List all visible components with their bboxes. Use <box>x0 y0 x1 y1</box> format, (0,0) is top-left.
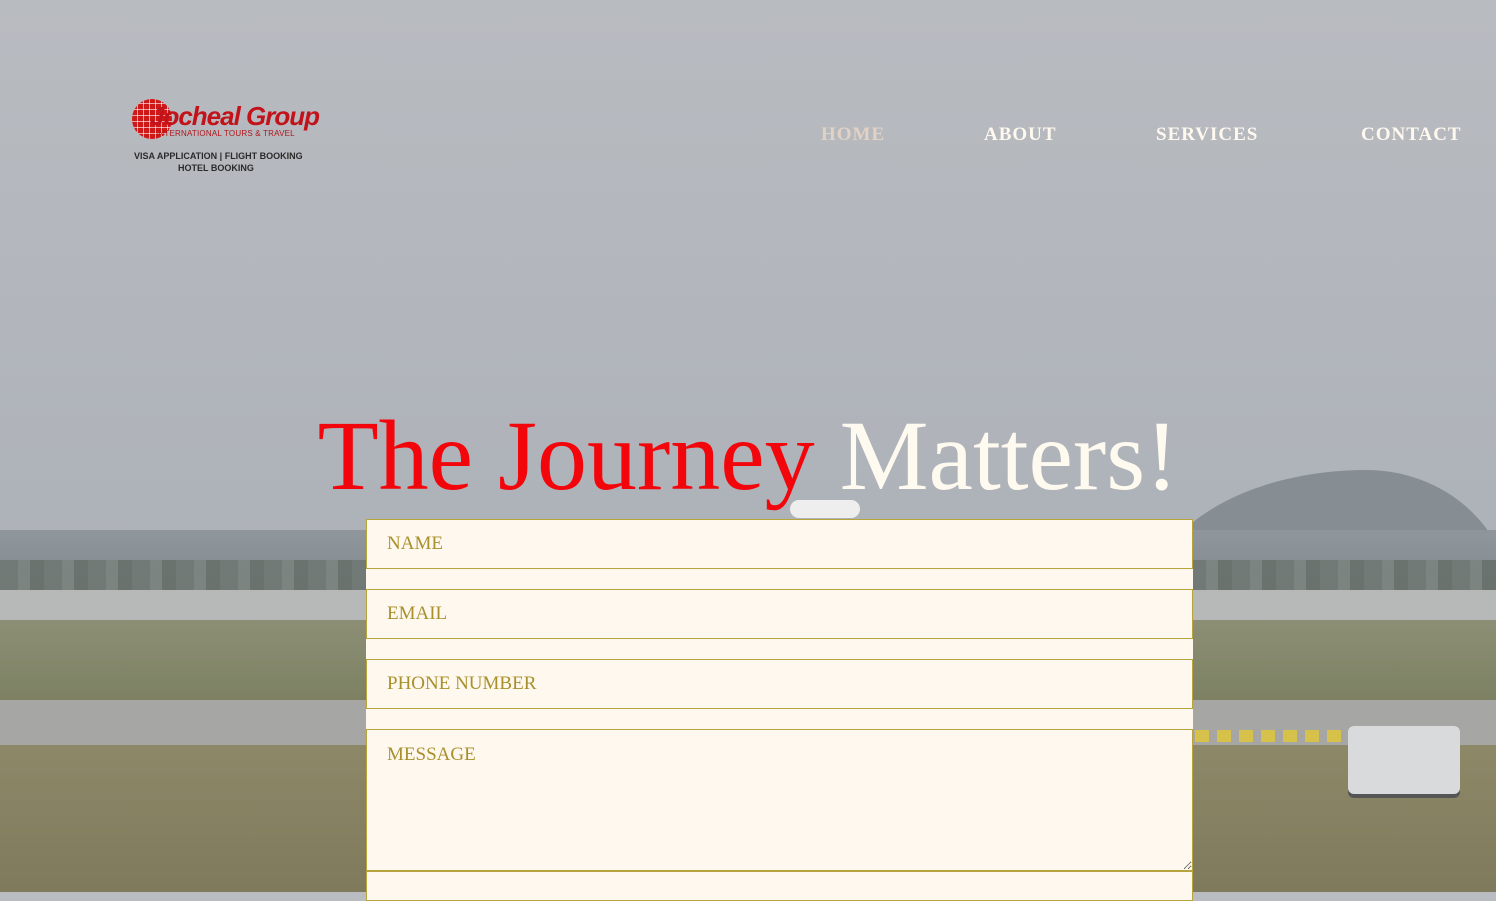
hero-heading-part2: Matters! <box>839 400 1179 511</box>
form-spacer <box>366 639 1193 659</box>
nav-services-link[interactable]: SERVICES <box>1156 124 1258 146</box>
submit-button[interactable] <box>366 871 1193 901</box>
hero-heading: The Journey Matters! <box>0 396 1496 516</box>
nav-about-link[interactable]: ABOUT <box>984 124 1057 146</box>
logo-services-line2: HOTEL BOOKING <box>178 163 254 173</box>
message-textarea[interactable] <box>366 729 1193 871</box>
form-spacer <box>366 569 1193 589</box>
form-spacer <box>366 709 1193 729</box>
phone-input[interactable] <box>366 659 1193 709</box>
hero-heading-part1: The Journey <box>317 400 815 511</box>
nav-contact-link[interactable]: CONTACT <box>1361 124 1462 146</box>
main-nav: HOME ABOUT SERVICES CONTACT <box>0 124 1496 154</box>
name-input[interactable] <box>366 519 1193 569</box>
runway-sign <box>1348 726 1460 794</box>
contact-form <box>366 519 1193 901</box>
runway-marking <box>1195 730 1355 742</box>
email-input[interactable] <box>366 589 1193 639</box>
nav-home-link[interactable]: HOME <box>821 124 885 146</box>
